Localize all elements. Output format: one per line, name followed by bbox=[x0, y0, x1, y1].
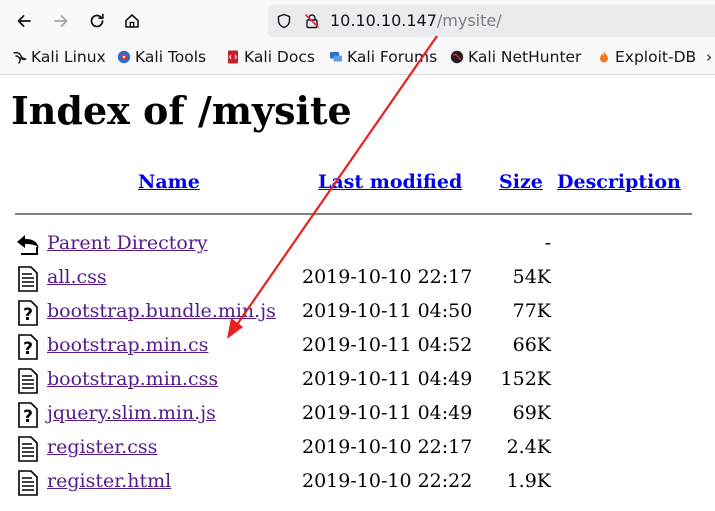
file-link[interactable]: jquery.slim.min.js bbox=[47, 402, 216, 424]
bookmark-label: Kali Forums bbox=[347, 48, 438, 66]
kali-tools-icon bbox=[117, 50, 131, 64]
column-header-name[interactable]: Name bbox=[138, 171, 200, 193]
file-link[interactable]: register.html bbox=[47, 470, 171, 492]
file-link[interactable]: bootstrap.min.css bbox=[47, 368, 218, 390]
file-modified: 2019-10-11 04:49 bbox=[302, 402, 473, 424]
text-file-icon bbox=[18, 368, 38, 394]
url-path: /mysite/ bbox=[436, 11, 502, 30]
file-size: 2.4K bbox=[506, 436, 551, 458]
insecure-lock-icon[interactable] bbox=[304, 13, 320, 29]
kali-docs-icon bbox=[228, 50, 238, 64]
file-link[interactable]: Parent Directory bbox=[47, 232, 208, 254]
unknown-file-icon: ? bbox=[18, 402, 38, 428]
bookmark-kali-linux[interactable]: Kali Linux bbox=[13, 48, 106, 66]
bookmark-label: Kali NetHunter bbox=[468, 48, 582, 66]
column-header-description[interactable]: Description bbox=[557, 171, 681, 193]
table-row: bootstrap.min.css 2019-10-11 04:49 152K bbox=[0, 368, 715, 402]
file-size: 54K bbox=[512, 266, 551, 288]
file-size: - bbox=[544, 232, 551, 254]
browser-toolbar: 10.10.10.147/mysite/ bbox=[0, 0, 715, 42]
text-file-icon bbox=[18, 436, 38, 462]
unknown-file-icon: ? bbox=[18, 300, 38, 326]
file-size: 77K bbox=[512, 300, 551, 322]
file-link[interactable]: register.css bbox=[47, 436, 157, 458]
bookmark-exploit-db[interactable]: Exploit-DB bbox=[597, 48, 696, 66]
page-content: Index of /mysite Name Last modified Size… bbox=[0, 75, 715, 511]
home-button[interactable] bbox=[122, 11, 142, 31]
bookmark-label: Kali Docs bbox=[244, 48, 315, 66]
bookmark-label: Exploit-DB bbox=[615, 48, 697, 66]
bookmark-kali-forums[interactable]: Kali Forums bbox=[329, 48, 437, 66]
back-arrow-nav-icon bbox=[17, 15, 31, 27]
home-icon bbox=[125, 14, 139, 28]
bookmark-label: Kali Tools bbox=[135, 48, 207, 66]
back-arrow-icon bbox=[17, 235, 39, 255]
file-modified: 2019-10-10 22:17 bbox=[302, 436, 473, 458]
table-row: all.css 2019-10-10 22:17 54K bbox=[0, 266, 715, 300]
back-button[interactable] bbox=[14, 11, 34, 31]
chevron-right-icon: › bbox=[706, 48, 713, 66]
table-row: ? jquery.slim.min.js 2019-10-11 04:49 69… bbox=[0, 402, 715, 436]
address-bar[interactable]: 10.10.10.147/mysite/ bbox=[268, 5, 715, 37]
bookmark-label: Kali Linux bbox=[31, 48, 106, 66]
shield-icon[interactable] bbox=[276, 13, 292, 29]
column-header-size[interactable]: Size bbox=[499, 171, 543, 193]
header-divider bbox=[15, 213, 692, 215]
column-header-last-modified[interactable]: Last modified bbox=[318, 171, 462, 193]
table-row: register.html 2019-10-10 22:22 1.9K bbox=[0, 470, 715, 504]
unknown-file-icon: ? bbox=[18, 334, 38, 360]
svg-text:?: ? bbox=[23, 339, 33, 359]
bookmarks-overflow-chevron[interactable]: › bbox=[706, 48, 712, 66]
forward-button[interactable] bbox=[51, 11, 71, 31]
reload-icon bbox=[90, 13, 104, 28]
file-modified: 2019-10-11 04:52 bbox=[302, 334, 473, 356]
file-modified: 2019-10-10 22:17 bbox=[302, 266, 473, 288]
file-modified: 2019-10-10 22:22 bbox=[302, 470, 473, 492]
forward-arrow-icon bbox=[54, 15, 68, 27]
bookmark-kali-nethunter[interactable]: Kali NetHunter bbox=[450, 48, 581, 66]
file-link[interactable]: bootstrap.bundle.min.js bbox=[47, 300, 276, 322]
page-title: Index of /mysite bbox=[11, 88, 352, 133]
svg-text:?: ? bbox=[23, 407, 33, 427]
bookmark-kali-docs[interactable]: Kali Docs bbox=[226, 48, 315, 66]
table-row: ? bootstrap.bundle.min.js 2019-10-11 04:… bbox=[0, 300, 715, 334]
file-modified: 2019-10-11 04:49 bbox=[302, 368, 473, 390]
file-size: 152K bbox=[500, 368, 551, 390]
bookmarks-bar: Kali Linux Kali Tools Kali Docs Kali For… bbox=[0, 42, 715, 75]
kali-nethunter-icon bbox=[450, 50, 464, 64]
file-link[interactable]: bootstrap.min.cs bbox=[47, 334, 208, 356]
kali-dragon-icon bbox=[13, 51, 27, 64]
svg-text:?: ? bbox=[23, 305, 33, 325]
file-size: 1.9K bbox=[506, 470, 551, 492]
exploit-db-icon bbox=[600, 51, 608, 63]
bookmark-kali-tools[interactable]: Kali Tools bbox=[117, 48, 206, 66]
url-text[interactable]: 10.10.10.147/mysite/ bbox=[330, 11, 502, 30]
reload-button[interactable] bbox=[87, 11, 107, 31]
table-row: register.css 2019-10-10 22:17 2.4K bbox=[0, 436, 715, 470]
table-row: Parent Directory - bbox=[0, 232, 715, 266]
kali-forums-icon bbox=[330, 52, 342, 62]
text-file-icon bbox=[18, 266, 38, 292]
file-size: 69K bbox=[512, 402, 551, 424]
table-row: ? bootstrap.min.cs 2019-10-11 04:52 66K bbox=[0, 334, 715, 368]
url-host: 10.10.10.147 bbox=[330, 11, 437, 30]
file-size: 66K bbox=[512, 334, 551, 356]
text-file-icon bbox=[18, 470, 38, 496]
file-link[interactable]: all.css bbox=[47, 266, 107, 288]
file-modified: 2019-10-11 04:50 bbox=[302, 300, 473, 322]
